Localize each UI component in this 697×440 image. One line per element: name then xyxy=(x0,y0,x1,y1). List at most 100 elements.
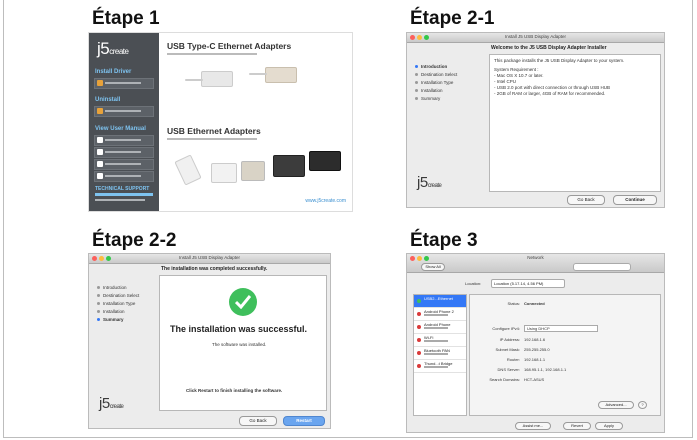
cable-image xyxy=(185,79,203,81)
location-label: Location: xyxy=(465,281,482,286)
window-titlebar: Install J5 USB Display Adapter xyxy=(407,33,664,43)
folder-icon xyxy=(97,80,103,86)
window-titlebar: Install J5 USB Display Adapter xyxy=(89,254,330,264)
installer-steps: Introduction Destination Select Installa… xyxy=(415,63,457,103)
manual-button-1[interactable] xyxy=(94,135,154,146)
user-manual-heading: View User Manual xyxy=(95,126,146,132)
launcher-sidebar: j5create Install Driver Uninstall View U… xyxy=(89,33,159,211)
uninstall-heading: Uninstall xyxy=(95,97,121,103)
step-install-type: Installation Type xyxy=(97,300,139,308)
adapter-image xyxy=(241,161,265,181)
step-3-title: Étape 3 xyxy=(410,230,478,251)
document-icon xyxy=(97,137,103,143)
status-dot-icon xyxy=(417,312,421,316)
apply-button[interactable]: Apply xyxy=(595,422,623,430)
usb-heading: USB Ethernet Adapters xyxy=(167,126,261,136)
network-services-list: USB2...Ethernet Android Phone 2 Android … xyxy=(413,294,467,416)
adapter-image xyxy=(201,71,233,87)
service-item[interactable]: Thund...t Bridge xyxy=(414,360,466,373)
status-dot-icon xyxy=(417,299,421,303)
adapter-image xyxy=(174,154,202,186)
step-introduction: Introduction xyxy=(415,63,457,71)
status-dot-icon xyxy=(417,364,421,368)
step-installation: Installation xyxy=(415,87,457,95)
ip-row: IP Address: 192.168.1.6 xyxy=(499,337,546,342)
install-driver-button[interactable] xyxy=(94,78,154,89)
installer-content-panel: The installation was successful. The sof… xyxy=(159,275,327,411)
search-domains-row: Search Domains: HCT-ASUS xyxy=(489,377,545,382)
step-1-title: Étape 1 xyxy=(92,8,160,29)
status-row: Status: Connected xyxy=(507,301,545,306)
intro-text: This package installs the J5 USB Display… xyxy=(494,58,625,63)
document-icon xyxy=(97,161,103,167)
service-item[interactable]: Wi-Fi xyxy=(414,334,466,347)
cable-image xyxy=(249,73,267,75)
manual-button-4[interactable] xyxy=(94,171,154,182)
document-icon xyxy=(97,149,103,155)
assist-me-button[interactable]: Assist me... xyxy=(515,422,551,430)
adapter-image xyxy=(273,155,305,177)
adapter-image xyxy=(211,163,237,183)
step-installation: Installation xyxy=(97,308,139,316)
service-item[interactable]: USB2...Ethernet xyxy=(414,295,466,308)
support-line xyxy=(95,193,153,196)
service-item[interactable]: Android Phone xyxy=(414,321,466,334)
dns-row: DNS Server: 168.95.1.1, 192.168.1.1 xyxy=(497,367,567,372)
window-title: Network xyxy=(527,255,544,260)
success-message: The installation was successful. xyxy=(170,324,308,334)
help-button[interactable]: ? xyxy=(638,401,647,409)
step-2-1-title: Étape 2-1 xyxy=(410,8,495,29)
folder-icon xyxy=(97,108,103,114)
go-back-button[interactable]: Go Back xyxy=(239,416,277,426)
uninstall-button[interactable] xyxy=(94,106,154,117)
installer-launcher-screenshot: j5create Install Driver Uninstall View U… xyxy=(88,32,353,212)
step-destination: Destination Select xyxy=(415,71,457,79)
configure-row: Configure IPv4: Using DHCP xyxy=(474,325,598,332)
step-summary: Summary xyxy=(97,316,139,324)
document-icon xyxy=(97,173,103,179)
manual-button-2[interactable] xyxy=(94,147,154,158)
restart-hint: Click Restart to finish installing the s… xyxy=(186,388,283,393)
configure-select[interactable]: Using DHCP xyxy=(524,325,598,332)
installer-content-panel: This package installs the J5 USB Display… xyxy=(489,54,661,192)
show-all-button[interactable]: Show All xyxy=(421,263,445,271)
advanced-button[interactable]: Advanced... xyxy=(598,401,634,409)
manual-button-3[interactable] xyxy=(94,159,154,170)
typec-heading: USB Type-C Ethernet Adapters xyxy=(167,41,292,51)
success-check-icon xyxy=(229,288,257,316)
step-destination: Destination Select xyxy=(97,292,139,300)
network-preferences-screenshot: Network Show All Location: Location (5.1… xyxy=(406,253,665,433)
network-detail-panel: Status: Connected Configure IPv4: Using DH… xyxy=(469,294,661,416)
mask-row: Subnet Mask: 255.255.255.0 xyxy=(495,347,550,352)
installer-steps: Introduction Destination Select Installa… xyxy=(97,284,139,324)
window-titlebar: Network Show All xyxy=(407,254,664,273)
window-title: Install J5 USB Display Adapter xyxy=(178,255,241,260)
adapter-image xyxy=(265,67,297,83)
installer-success-screenshot: Install J5 USB Display Adapter The insta… xyxy=(88,253,331,429)
step-install-type: Installation Type xyxy=(415,79,457,87)
status-dot-icon xyxy=(417,338,421,342)
installer-intro-screenshot: Install J5 USB Display Adapter Welcome t… xyxy=(406,32,665,208)
usb-subtitle xyxy=(167,138,257,140)
requirement-line: - 2GB of RAM or larger, 4GB of RAM for r… xyxy=(494,91,606,96)
restart-button[interactable]: Restart xyxy=(283,416,325,426)
router-row: Router: 192.168.1.1 xyxy=(506,357,546,362)
location-select[interactable]: Location (5.17.14, 4.56 PM) xyxy=(491,279,565,288)
search-input[interactable] xyxy=(573,263,631,271)
status-dot-icon xyxy=(417,351,421,355)
continue-button[interactable]: Continue xyxy=(613,195,657,205)
service-item[interactable]: Android Phone 2 xyxy=(414,308,466,321)
installer-header: Welcome to the J5 USB Display Adapter In… xyxy=(491,45,607,51)
installer-header: The installation was completed successfu… xyxy=(161,266,268,272)
go-back-button[interactable]: Go Back xyxy=(567,195,605,205)
revert-button[interactable]: Revert xyxy=(563,422,591,430)
step-introduction: Introduction xyxy=(97,284,139,292)
support-line xyxy=(95,199,145,201)
j5create-logo: j5create xyxy=(97,39,129,58)
adapter-image xyxy=(309,151,341,171)
j5create-logo: j5create xyxy=(99,395,124,412)
step-summary: Summary xyxy=(415,95,457,103)
service-item[interactable]: Bluetooth PAN xyxy=(414,347,466,360)
window-title: Install J5 USB Display Adapter xyxy=(504,34,567,39)
support-heading: TECHNICAL SUPPORT xyxy=(95,186,150,192)
